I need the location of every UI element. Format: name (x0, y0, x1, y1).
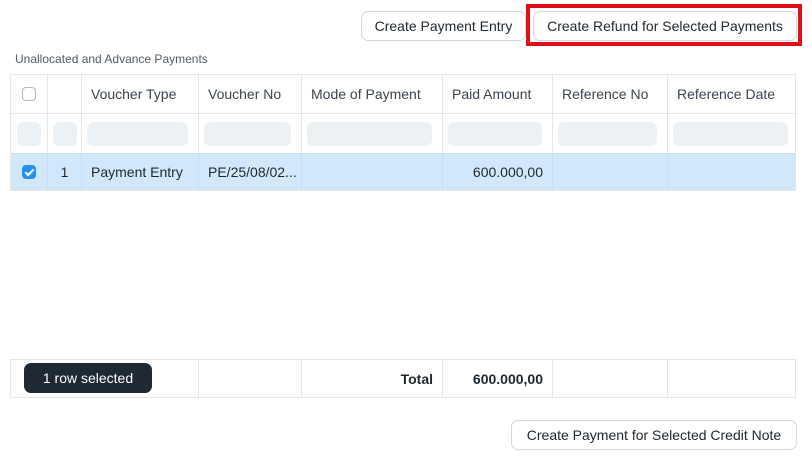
filter-cell-reference-no (553, 114, 668, 153)
cell-reference-no[interactable] (553, 154, 668, 190)
column-header-paid-amount[interactable]: Paid Amount (443, 75, 553, 113)
filter-cell-mode-of-payment (302, 114, 443, 153)
column-header-reference-no[interactable]: Reference No (553, 75, 668, 113)
highlight-annotation (526, 4, 802, 46)
filter-reference-date-input[interactable] (673, 121, 788, 146)
footer-total-amount: 600.000,00 (443, 360, 553, 397)
filter-paid-amount-input[interactable] (448, 121, 542, 146)
filter-cell-index (48, 114, 82, 153)
filter-cell-voucher-type (82, 114, 199, 153)
filter-placeholder (52, 121, 77, 146)
create-payment-credit-note-button[interactable]: Create Payment for Selected Credit Note (511, 420, 797, 450)
column-header-voucher-type[interactable]: Voucher Type (82, 75, 199, 113)
row-selected-badge[interactable]: 1 row selected (24, 363, 152, 393)
filter-cell-check (11, 114, 48, 153)
filter-voucher-type-input[interactable] (87, 121, 188, 146)
filter-row (11, 113, 795, 153)
create-payment-entry-button[interactable]: Create Payment Entry (361, 11, 526, 41)
footer-empty-cell (668, 360, 795, 397)
cell-mode-of-payment[interactable] (302, 154, 443, 190)
filter-cell-reference-date (668, 114, 795, 153)
row-index-header (48, 75, 82, 113)
filter-reference-no-input[interactable] (558, 121, 657, 146)
footer-empty-cell (199, 360, 302, 397)
section-title: Unallocated and Advance Payments (15, 52, 208, 66)
footer-total-label: Total (302, 360, 443, 397)
filter-mode-of-payment-input[interactable] (307, 121, 432, 146)
row-index: 1 (48, 154, 82, 190)
filter-placeholder (17, 121, 41, 146)
column-header-mode-of-payment[interactable]: Mode of Payment (302, 75, 443, 113)
grid-footer: Total 600.000,00 1 row selected (10, 359, 796, 398)
table-row[interactable]: 1 Payment Entry PE/25/08/02... 600.000,0… (11, 153, 795, 190)
filter-voucher-no-input[interactable] (204, 121, 291, 146)
cell-paid-amount[interactable]: 600.000,00 (443, 154, 553, 190)
payments-grid: Voucher Type Voucher No Mode of Payment … (10, 74, 796, 191)
filter-cell-paid-amount (443, 114, 553, 153)
column-header-reference-date[interactable]: Reference Date (668, 75, 795, 113)
cell-voucher-no[interactable]: PE/25/08/02... (199, 154, 302, 190)
filter-cell-voucher-no (199, 114, 302, 153)
cell-reference-date[interactable] (668, 154, 795, 190)
footer-empty-cell (553, 360, 668, 397)
cell-voucher-type[interactable]: Payment Entry (82, 154, 199, 190)
column-header-voucher-no[interactable]: Voucher No (199, 75, 302, 113)
grid-header: Voucher Type Voucher No Mode of Payment … (11, 75, 795, 113)
row-select-cell[interactable] (11, 154, 48, 190)
row-checkbox[interactable] (22, 165, 36, 179)
select-all-cell[interactable] (11, 75, 48, 113)
select-all-checkbox[interactable] (22, 87, 36, 101)
